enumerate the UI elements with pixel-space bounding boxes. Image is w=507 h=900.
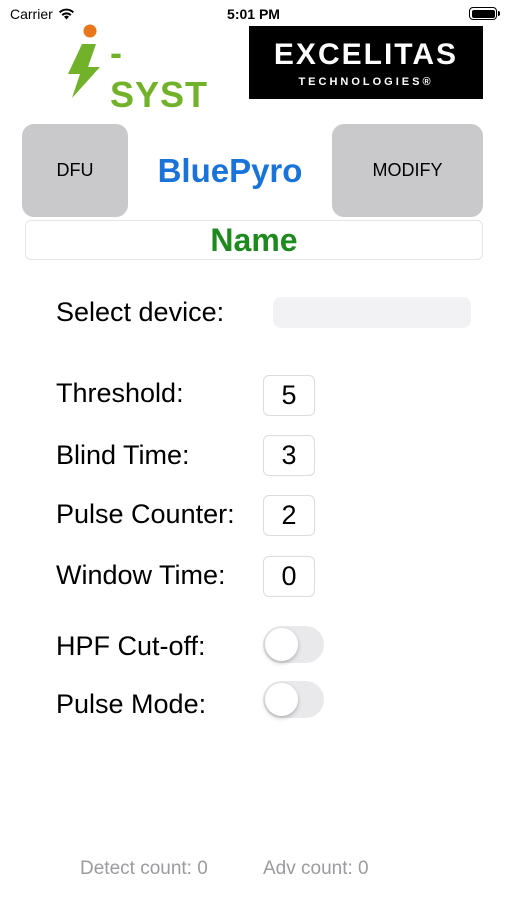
- isyst-logo: -SYST: [60, 22, 220, 115]
- pulse-mode-toggle[interactable]: [263, 681, 324, 718]
- toggle-knob: [265, 628, 298, 661]
- status-time: 5:01 PM: [227, 6, 280, 22]
- pulse-mode-label: Pulse Mode:: [56, 689, 207, 719]
- device-name-field[interactable]: Name: [25, 220, 483, 260]
- pulse-counter-input[interactable]: 2: [263, 495, 315, 536]
- battery-icon: [469, 7, 500, 20]
- blind-time-label: Blind Time:: [56, 440, 190, 470]
- detect-count: Detect count: 0: [80, 858, 208, 879]
- excelitas-logo-text: EXCELITAS: [273, 38, 459, 71]
- excelitas-logo: EXCELITAS TECHNOLOGIES®: [249, 26, 483, 99]
- hpf-cutoff-label: HPF Cut-off:: [56, 631, 206, 661]
- modify-button[interactable]: MODIFY: [332, 124, 483, 217]
- adv-count: Adv count: 0: [263, 858, 369, 879]
- hpf-cutoff-toggle[interactable]: [263, 626, 324, 663]
- toggle-knob: [265, 683, 298, 716]
- blind-time-input[interactable]: 3: [263, 435, 315, 476]
- device-select[interactable]: [273, 297, 471, 328]
- threshold-input[interactable]: 5: [263, 375, 315, 416]
- window-time-input[interactable]: 0: [263, 556, 315, 597]
- select-device-label: Select device:: [56, 297, 225, 327]
- isyst-logo-text: -SYST: [110, 32, 209, 115]
- threshold-label: Threshold:: [56, 378, 184, 408]
- pulse-counter-label: Pulse Counter:: [56, 499, 235, 529]
- dfu-button[interactable]: DFU: [22, 124, 128, 217]
- excelitas-logo-subtext: TECHNOLOGIES®: [298, 76, 434, 88]
- app-title: BluePyro: [157, 152, 303, 189]
- window-time-label: Window Time:: [56, 560, 226, 590]
